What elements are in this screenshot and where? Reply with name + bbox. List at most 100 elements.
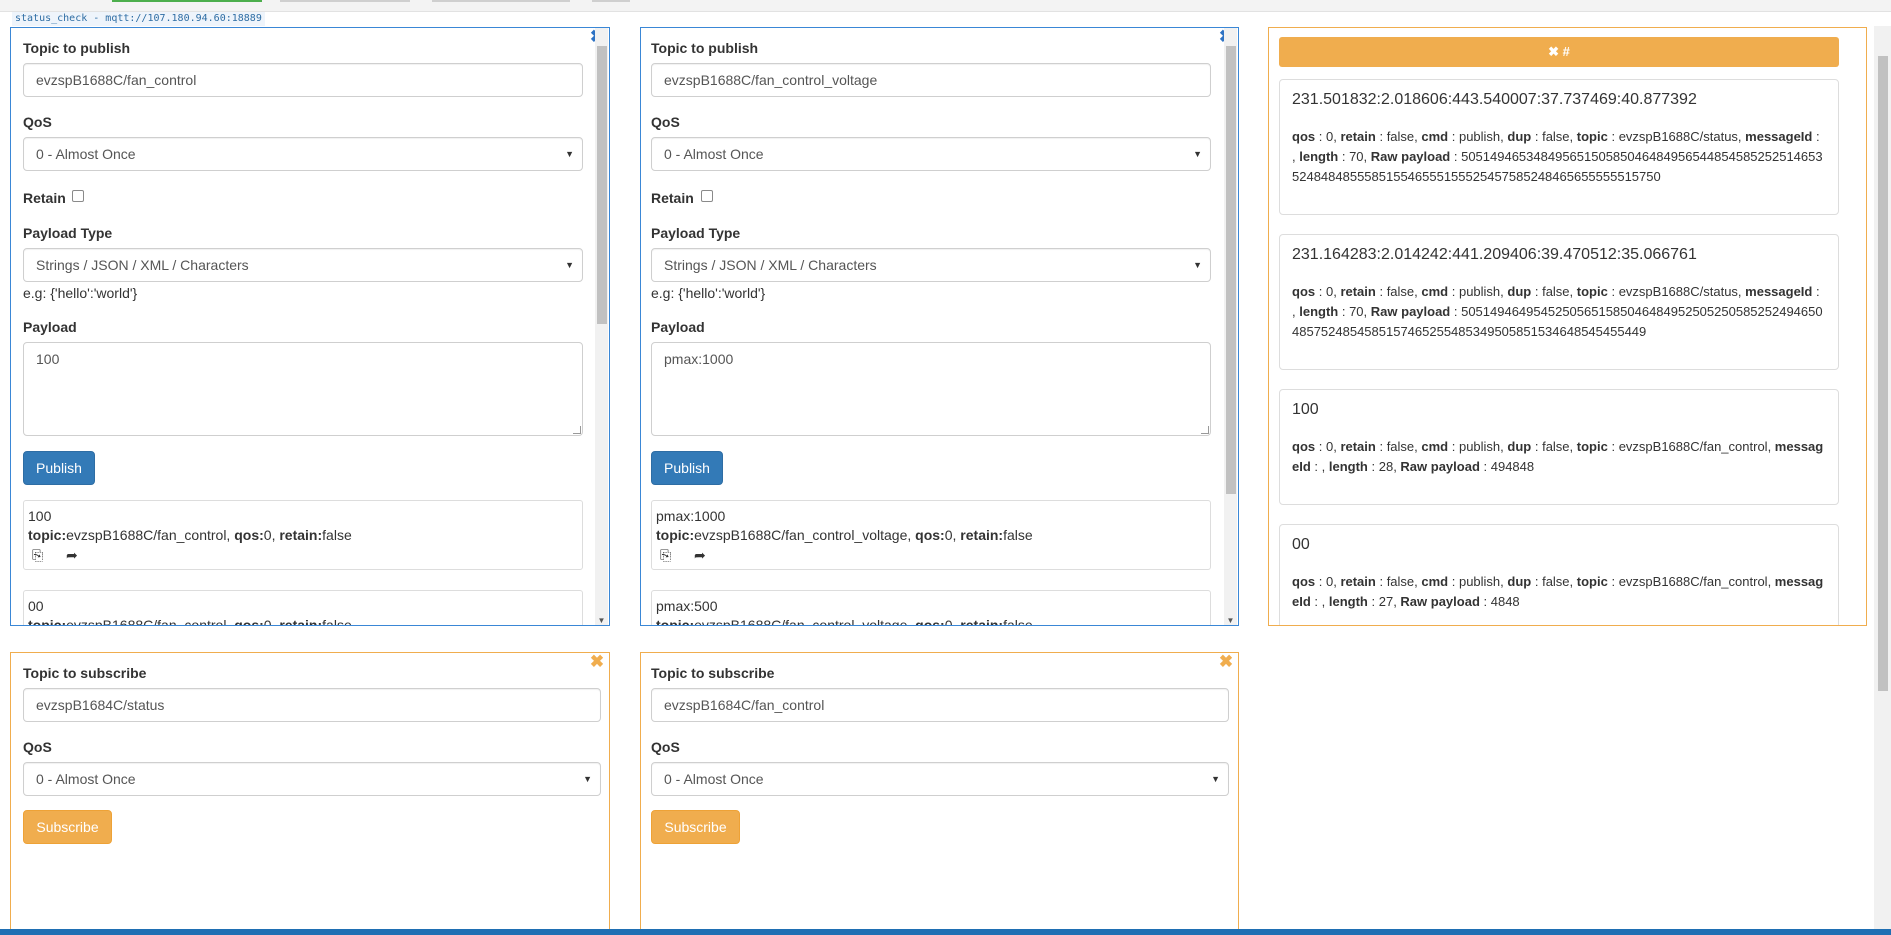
qos-select-value: 0 - Almost Once: [664, 146, 764, 162]
subscriber-panel-1: ✖ Topic to subscribe evzspB1684C/status …: [10, 652, 610, 935]
publish-button[interactable]: Publish: [651, 451, 723, 485]
close-icon[interactable]: ✖: [1218, 653, 1234, 670]
payload-type-label: Payload Type: [651, 225, 741, 241]
scroll-down-arrow[interactable]: ▼: [595, 616, 608, 625]
scrollbar-thumb[interactable]: [1226, 46, 1236, 494]
message-payload: 00: [1292, 536, 1310, 553]
scrollbar-thumb[interactable]: [597, 46, 607, 324]
chevron-down-icon: ▼: [1193, 260, 1202, 270]
top-toolbar: [0, 0, 1891, 12]
qos-select-value: 0 - Almost Once: [36, 771, 136, 787]
qos-select-value: 0 - Almost Once: [36, 146, 136, 162]
resize-handle[interactable]: [573, 426, 581, 434]
publisher-panel-2: ✖ Topic to publish evzspB1688C/fan_contr…: [640, 27, 1239, 626]
qos-label: QoS: [23, 114, 52, 130]
payload-type-select-value: Strings / JSON / XML / Characters: [664, 257, 877, 273]
page-scrollbar-thumb[interactable]: [1878, 56, 1888, 691]
topic-label: Topic to publish: [651, 40, 759, 56]
messages-header-bar[interactable]: ✖ #: [1279, 37, 1839, 67]
history-meta: topic:evzspB1688C/fan_control, qos:0, re…: [28, 617, 352, 626]
qos-select[interactable]: 0 - Almost Once ▼: [651, 762, 1229, 796]
chevron-down-icon: ▼: [1211, 774, 1220, 784]
payload-type-select[interactable]: Strings / JSON / XML / Characters ▼: [651, 248, 1211, 282]
subscribe-button[interactable]: Subscribe: [651, 810, 740, 844]
status-bar: [0, 929, 1891, 935]
payload-hint: e.g: {'hello':'world'}: [651, 285, 766, 301]
payload-type-label: Payload Type: [23, 225, 113, 241]
toolbar-tab[interactable]: [592, 0, 630, 2]
message-card: 231.501832:2.018606:443.540007:37.737469…: [1279, 79, 1839, 215]
history-item: 00 topic:evzspB1688C/fan_control, qos:0,…: [23, 590, 583, 626]
forward-icon[interactable]: ➦: [694, 546, 712, 565]
payload-label: Payload: [23, 319, 77, 335]
history-meta: topic:evzspB1688C/fan_control, qos:0, re…: [28, 527, 352, 543]
payload-textarea[interactable]: pmax:1000: [651, 342, 1211, 436]
payload-label: Payload: [651, 319, 705, 335]
chevron-down-icon: ▼: [565, 149, 574, 159]
qos-select[interactable]: 0 - Almost Once ▼: [23, 762, 601, 796]
chevron-down-icon: ▼: [583, 774, 592, 784]
toolbar-tab[interactable]: [280, 0, 410, 2]
retain-label: Retain: [23, 190, 66, 206]
forward-icon[interactable]: ➦: [66, 546, 84, 565]
panel-scrollbar[interactable]: ▼: [1224, 28, 1237, 625]
topic-label: Topic to subscribe: [651, 665, 775, 681]
retain-checkbox[interactable]: [72, 190, 84, 202]
retain-checkbox[interactable]: [701, 190, 713, 202]
message-card: 100 qos : 0, retain : false, cmd : publi…: [1279, 389, 1839, 505]
message-card: 231.164283:2.014242:441.209406:39.470512…: [1279, 234, 1839, 370]
subscribe-topic-input[interactable]: evzspB1684C/status: [23, 688, 601, 722]
messages-panel: ✖ # 231.501832:2.018606:443.540007:37.73…: [1268, 27, 1867, 626]
copy-icon[interactable]: ⎘: [32, 546, 50, 565]
messages-header: ✖ #: [1548, 44, 1570, 59]
topic-input[interactable]: evzspB1688C/fan_control_voltage: [651, 63, 1211, 97]
message-payload: 231.501832:2.018606:443.540007:37.737469…: [1292, 91, 1697, 108]
payload-textarea-value: pmax:1000: [664, 351, 734, 367]
payload-textarea[interactable]: 100: [23, 342, 583, 436]
publish-button[interactable]: Publish: [23, 451, 95, 485]
qos-label: QoS: [651, 114, 680, 130]
message-meta: qos : 0, retain : false, cmd : publish, …: [1292, 284, 1823, 339]
message-meta: qos : 0, retain : false, cmd : publish, …: [1292, 129, 1823, 184]
qos-select[interactable]: 0 - Almost Once ▼: [651, 137, 1211, 171]
resize-handle[interactable]: [1201, 426, 1209, 434]
history-payload: pmax:500: [656, 598, 718, 614]
payload-hint: e.g: {'hello':'world'}: [23, 285, 138, 301]
history-item: 100 topic:evzspB1688C/fan_control, qos:0…: [23, 500, 583, 570]
message-meta: qos : 0, retain : false, cmd : publish, …: [1292, 439, 1824, 474]
topic-label: Topic to publish: [23, 40, 131, 56]
subscribe-button[interactable]: Subscribe: [23, 810, 112, 844]
topic-label: Topic to subscribe: [23, 665, 147, 681]
history-meta: topic:evzspB1688C/fan_control_voltage, q…: [656, 617, 1033, 626]
history-payload: 00: [28, 598, 44, 614]
history-payload: 100: [28, 508, 52, 524]
subscribe-topic-input[interactable]: evzspB1684C/fan_control: [651, 688, 1229, 722]
history-item: pmax:500 topic:evzspB1688C/fan_control_v…: [651, 590, 1211, 626]
close-icon[interactable]: ✖: [589, 653, 605, 670]
copy-icon[interactable]: ⎘: [660, 546, 678, 565]
message-card: 00 qos : 0, retain : false, cmd : publis…: [1279, 524, 1839, 625]
connection-label: status_check - mqtt://107.180.94.60:1888…: [12, 12, 265, 26]
chevron-down-icon: ▼: [1193, 149, 1202, 159]
qos-select[interactable]: 0 - Almost Once ▼: [23, 137, 583, 171]
qos-label: QoS: [23, 739, 52, 755]
qos-label: QoS: [651, 739, 680, 755]
history-meta: topic:evzspB1688C/fan_control_voltage, q…: [656, 527, 1033, 543]
payload-type-select[interactable]: Strings / JSON / XML / Characters ▼: [23, 248, 583, 282]
page-scrollbar[interactable]: [1874, 26, 1891, 935]
chevron-down-icon: ▼: [565, 260, 574, 270]
message-payload: 231.164283:2.014242:441.209406:39.470512…: [1292, 246, 1697, 263]
subscriber-panel-2: ✖ Topic to subscribe evzspB1684C/fan_con…: [640, 652, 1239, 935]
message-meta: qos : 0, retain : false, cmd : publish, …: [1292, 574, 1824, 609]
retain-label: Retain: [651, 190, 694, 206]
scroll-down-arrow[interactable]: ▼: [1224, 616, 1237, 625]
payload-textarea-value: 100: [36, 351, 60, 367]
topic-input[interactable]: evzspB1688C/fan_control: [23, 63, 583, 97]
history-item: pmax:1000 topic:evzspB1688C/fan_control_…: [651, 500, 1211, 570]
payload-type-select-value: Strings / JSON / XML / Characters: [36, 257, 249, 273]
qos-select-value: 0 - Almost Once: [664, 771, 764, 787]
panel-scrollbar[interactable]: ▼: [595, 28, 608, 625]
toolbar-tab-active[interactable]: [112, 0, 262, 2]
history-payload: pmax:1000: [656, 508, 726, 524]
toolbar-tab[interactable]: [432, 0, 570, 2]
